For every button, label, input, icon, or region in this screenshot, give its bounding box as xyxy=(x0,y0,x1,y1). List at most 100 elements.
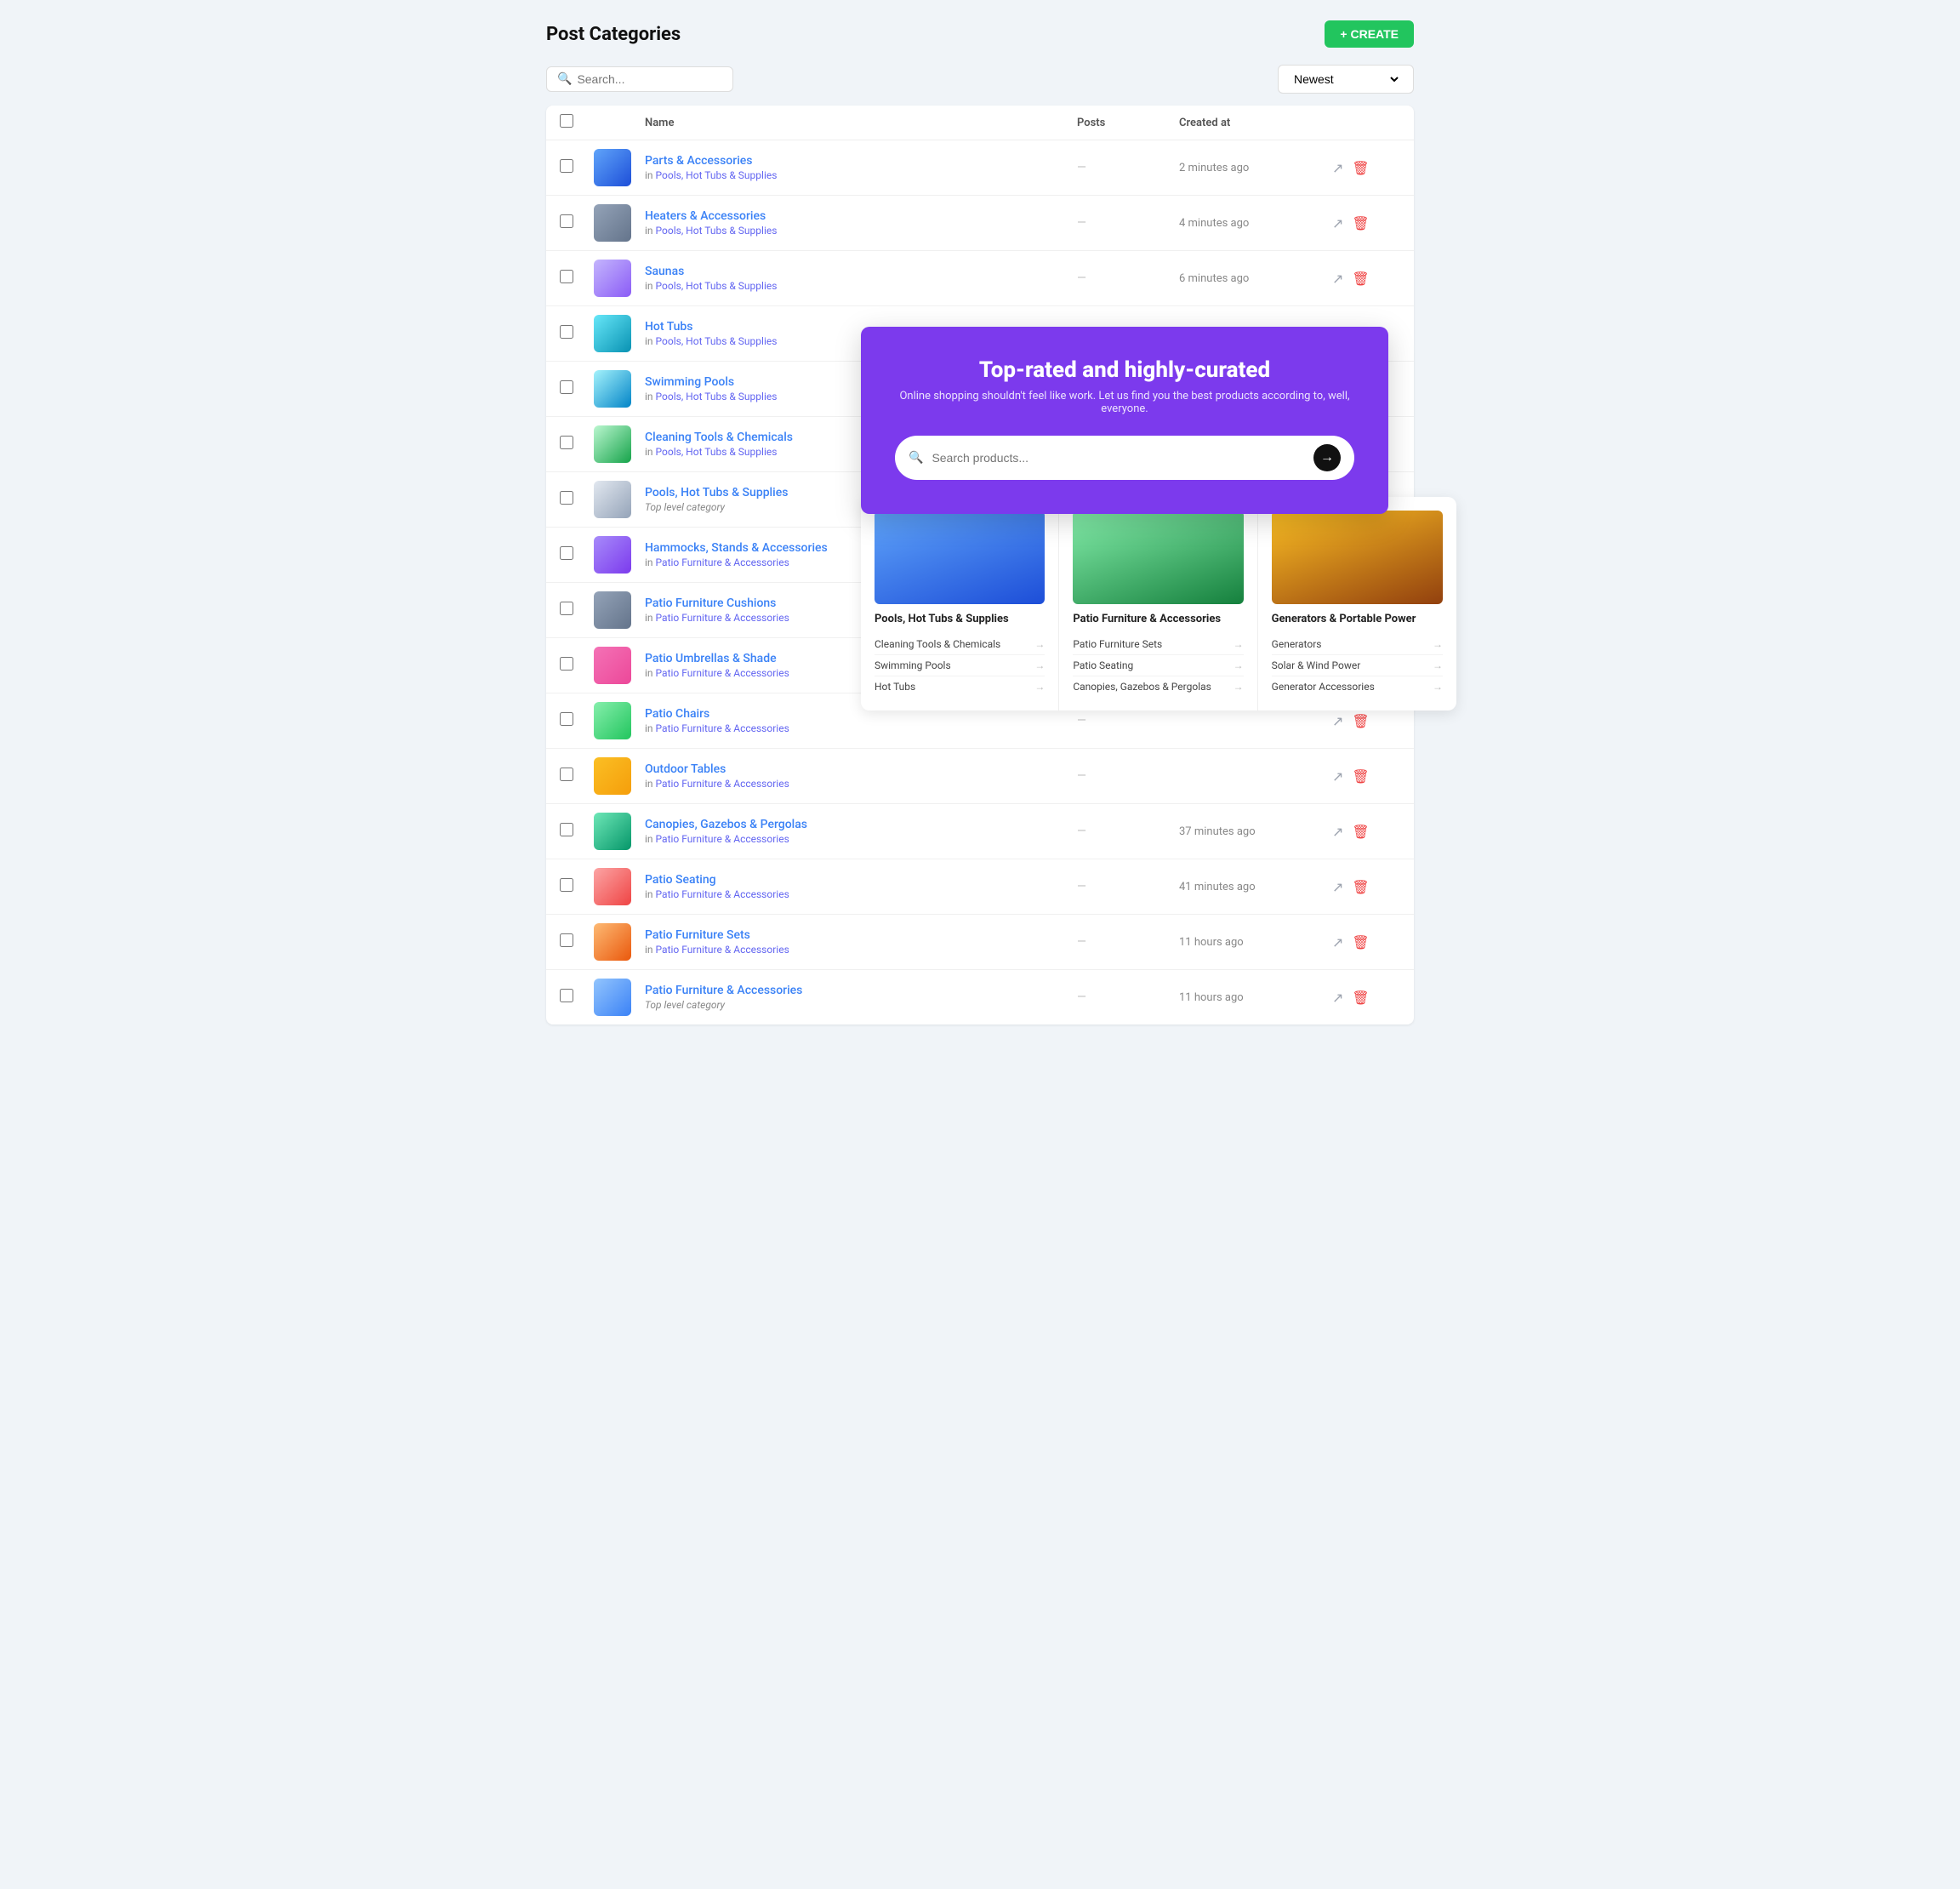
row-delete-icon[interactable]: 🗑 xyxy=(1352,271,1369,287)
row-checkbox-4[interactable] xyxy=(560,325,573,339)
row-name-link[interactable]: Swimming Pools xyxy=(645,375,734,389)
search-container: 🔍 xyxy=(546,66,733,92)
row-name-link[interactable]: Patio Furniture & Accessories xyxy=(645,984,802,997)
cat-link-label: Hot Tubs xyxy=(875,681,915,693)
row-delete-icon[interactable]: 🗑 xyxy=(1352,768,1369,785)
row-parent-label: in Patio Furniture & Accessories xyxy=(645,722,1077,734)
cat-link-label: Patio Furniture Sets xyxy=(1073,638,1162,650)
cat-link-arrow-icon: → xyxy=(1234,638,1244,650)
row-name-link[interactable]: Hammocks, Stands & Accessories xyxy=(645,541,828,555)
row-checkbox-12[interactable] xyxy=(560,768,573,781)
row-edit-icon[interactable]: ↗ xyxy=(1332,713,1343,729)
cat-link-row[interactable]: Patio Seating → xyxy=(1073,655,1243,676)
row-name-link[interactable]: Hot Tubs xyxy=(645,320,693,334)
select-all-checkbox[interactable] xyxy=(560,114,573,128)
row-checkbox-3[interactable] xyxy=(560,270,573,283)
row-delete-icon[interactable]: 🗑 xyxy=(1352,215,1369,231)
row-delete-icon[interactable]: 🗑 xyxy=(1352,990,1369,1006)
row-name-link[interactable]: Patio Umbrellas & Shade xyxy=(645,652,777,665)
row-checkbox-2[interactable] xyxy=(560,214,573,228)
row-edit-icon[interactable]: ↗ xyxy=(1332,215,1343,231)
row-thumbnail xyxy=(594,591,631,629)
row-name-cell: Patio Furniture & Accessories Top level … xyxy=(645,984,1077,1011)
row-name-link[interactable]: Cleaning Tools & Chemicals xyxy=(645,431,793,444)
row-checkbox-1[interactable] xyxy=(560,159,573,173)
cat-link-row[interactable]: Hot Tubs → xyxy=(875,676,1045,697)
cat-link-row[interactable]: Swimming Pools → xyxy=(875,655,1045,676)
cat-card-image xyxy=(875,511,1045,604)
row-posts: — xyxy=(1077,271,1179,285)
row-checkbox-8[interactable] xyxy=(560,546,573,560)
row-edit-icon[interactable]: ↗ xyxy=(1332,160,1343,176)
row-checkbox-10[interactable] xyxy=(560,657,573,671)
cat-link-row[interactable]: Generator Accessories → xyxy=(1272,676,1443,697)
row-edit-icon[interactable]: ↗ xyxy=(1332,768,1343,785)
banner-search-button[interactable]: → xyxy=(1313,444,1341,471)
cat-link-row[interactable]: Canopies, Gazebos & Pergolas → xyxy=(1073,676,1243,697)
cat-link-arrow-icon: → xyxy=(1234,659,1244,671)
row-name-link[interactable]: Patio Chairs xyxy=(645,707,709,721)
cat-card-title: Patio Furniture & Accessories xyxy=(1073,613,1243,625)
cat-link-label: Generators xyxy=(1272,638,1322,650)
row-created-at: 11 hours ago xyxy=(1179,936,1332,949)
row-parent-label: in Pools, Hot Tubs & Supplies xyxy=(645,169,1077,181)
row-delete-icon[interactable]: 🗑 xyxy=(1352,713,1369,729)
row-checkbox-11[interactable] xyxy=(560,712,573,726)
row-edit-icon[interactable]: ↗ xyxy=(1332,990,1343,1006)
row-name-cell: Patio Chairs in Patio Furniture & Access… xyxy=(645,707,1077,734)
sort-dropdown[interactable]: Newest Oldest A-Z Z-A xyxy=(1278,65,1414,94)
row-checkbox-14[interactable] xyxy=(560,878,573,892)
row-checkbox-5[interactable] xyxy=(560,380,573,394)
sort-select-input[interactable]: Newest Oldest A-Z Z-A xyxy=(1291,71,1401,87)
cat-card-1: Patio Furniture & Accessories Patio Furn… xyxy=(1059,497,1257,711)
row-parent-label: in Patio Furniture & Accessories xyxy=(645,833,1077,845)
row-checkbox-7[interactable] xyxy=(560,491,573,505)
cat-link-label: Cleaning Tools & Chemicals xyxy=(875,638,1000,650)
row-created-at: 41 minutes ago xyxy=(1179,881,1332,893)
row-created-at: 37 minutes ago xyxy=(1179,825,1332,838)
row-checkbox-13[interactable] xyxy=(560,823,573,836)
row-thumbnail xyxy=(594,813,631,850)
cat-link-row[interactable]: Patio Furniture Sets → xyxy=(1073,634,1243,655)
row-delete-icon[interactable]: 🗑 xyxy=(1352,160,1369,176)
row-created-at: 2 minutes ago xyxy=(1179,162,1332,174)
row-delete-icon[interactable]: 🗑 xyxy=(1352,934,1369,950)
row-posts: — xyxy=(1077,880,1179,893)
row-checkbox-6[interactable] xyxy=(560,436,573,449)
row-name-link[interactable]: Patio Furniture Cushions xyxy=(645,596,776,610)
row-name-link[interactable]: Patio Furniture Sets xyxy=(645,928,750,942)
create-button[interactable]: + CREATE xyxy=(1325,20,1414,48)
row-name-cell: Saunas in Pools, Hot Tubs & Supplies xyxy=(645,265,1077,292)
row-delete-icon[interactable]: 🗑 xyxy=(1352,824,1369,840)
row-name-link[interactable]: Canopies, Gazebos & Pergolas xyxy=(645,818,807,831)
row-edit-icon[interactable]: ↗ xyxy=(1332,934,1343,950)
row-parent-label: in Pools, Hot Tubs & Supplies xyxy=(645,280,1077,292)
row-name-link[interactable]: Outdoor Tables xyxy=(645,762,726,776)
row-name-cell: Heaters & Accessories in Pools, Hot Tubs… xyxy=(645,209,1077,237)
row-actions: ↗ 🗑 xyxy=(1332,160,1400,176)
cat-link-label: Solar & Wind Power xyxy=(1272,659,1361,671)
row-name-link[interactable]: Saunas xyxy=(645,265,684,278)
cat-link-row[interactable]: Generators → xyxy=(1272,634,1443,655)
row-actions: ↗ 🗑 xyxy=(1332,824,1400,840)
cat-link-row[interactable]: Solar & Wind Power → xyxy=(1272,655,1443,676)
row-actions: ↗ 🗑 xyxy=(1332,215,1400,231)
row-edit-icon[interactable]: ↗ xyxy=(1332,271,1343,287)
row-name-link[interactable]: Pools, Hot Tubs & Supplies xyxy=(645,486,788,499)
row-checkbox-16[interactable] xyxy=(560,989,573,1002)
row-edit-icon[interactable]: ↗ xyxy=(1332,824,1343,840)
row-name-link[interactable]: Heaters & Accessories xyxy=(645,209,766,223)
row-checkbox-15[interactable] xyxy=(560,933,573,947)
row-name-link[interactable]: Patio Seating xyxy=(645,873,716,887)
row-edit-icon[interactable]: ↗ xyxy=(1332,879,1343,895)
row-thumbnail xyxy=(594,868,631,905)
row-thumbnail xyxy=(594,536,631,574)
cat-link-row[interactable]: Cleaning Tools & Chemicals → xyxy=(875,634,1045,655)
banner-title: Top-rated and highly-curated xyxy=(895,357,1354,383)
row-name-link[interactable]: Parts & Accessories xyxy=(645,154,752,168)
cat-link-arrow-icon: → xyxy=(1034,638,1045,650)
banner-search-input[interactable] xyxy=(932,451,1305,465)
row-checkbox-9[interactable] xyxy=(560,602,573,615)
search-input[interactable] xyxy=(577,72,722,86)
row-delete-icon[interactable]: 🗑 xyxy=(1352,879,1369,895)
